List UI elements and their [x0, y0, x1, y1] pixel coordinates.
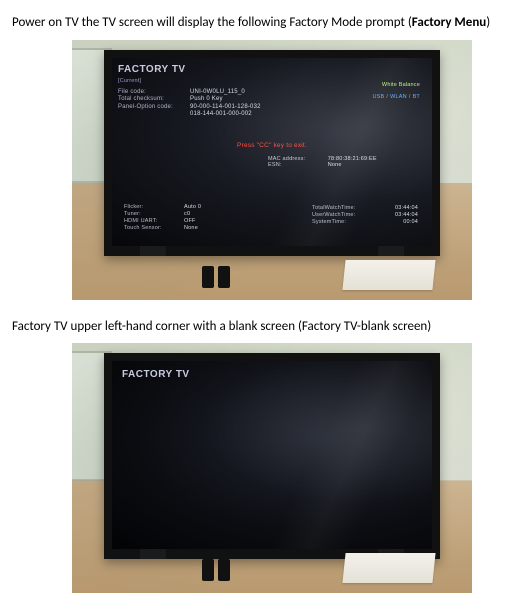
- osd-exit-hint: Press "CC" key to exit.: [118, 142, 426, 150]
- caption-1-prefix: Power on TV the TV screen will display t…: [12, 15, 412, 30]
- photo-factory-menu: FACTORY TV [Current] File code: UNI-0W0L…: [72, 40, 472, 300]
- remote-control: [202, 266, 214, 288]
- osd-lowright-block: TotalWatchTime:03:44:04 UserWatchTime:03…: [312, 205, 418, 226]
- osd-ll-value: c0: [184, 211, 190, 217]
- osd-ll-row: Tuner:c0: [124, 211, 201, 218]
- remote-control: [218, 266, 230, 288]
- osd-lr-row: UserWatchTime:03:44:04: [312, 212, 418, 219]
- osd-value: 90-000-114-001-128-032: [190, 104, 261, 112]
- osd-ll-label: Tuner:: [124, 211, 184, 218]
- osd-right-panel: White Balance USB/WLAN/BT: [326, 82, 420, 102]
- osd-mid-label: MAC address:: [268, 156, 326, 163]
- osd-label: Total checksum:: [118, 96, 184, 104]
- osd-mid-value: None: [328, 162, 342, 168]
- osd-label: Panel-Option code:: [118, 104, 184, 112]
- osd-mid-block: MAC address: 78:80:38:21:69:EE ESN: None: [268, 156, 377, 170]
- tv-stand-right: [378, 246, 404, 256]
- desk-papers: [342, 553, 435, 583]
- osd-port-bt: BT: [413, 94, 420, 100]
- osd-title-blank: FACTORY TV: [122, 369, 190, 380]
- osd-row: Panel-Option code: 90-000-114-001-128-03…: [118, 104, 426, 112]
- remote-control: [218, 559, 230, 581]
- tv-frame: FACTORY TV [Current] File code: UNI-0W0L…: [104, 50, 440, 256]
- osd-value: 018-144-001-000-002: [190, 111, 252, 119]
- osd-ll-value: None: [184, 225, 198, 231]
- osd-ll-label: Flicker:: [124, 204, 184, 211]
- osd-ll-label: Touch Sensor:: [124, 225, 184, 232]
- osd-port-sep: /: [386, 94, 388, 100]
- caption-1-suffix: ): [486, 15, 490, 30]
- osd-ll-value: OFF: [184, 218, 196, 224]
- osd-lr-value: 00:04: [382, 219, 418, 226]
- tv-stand-left: [140, 549, 166, 559]
- osd-ll-label: HDMI UART:: [124, 218, 184, 225]
- osd-row: 018-144-001-000-002: [118, 111, 426, 119]
- tv-stand-left: [140, 246, 166, 256]
- caption-blank-screen: Factory TV upper left-hand corner with a…: [12, 318, 518, 336]
- osd-white-balance: White Balance: [326, 82, 420, 89]
- osd-lr-row: TotalWatchTime:03:44:04: [312, 205, 418, 212]
- osd-label: [118, 111, 184, 119]
- osd-mid-row: MAC address: 78:80:38:21:69:EE: [268, 156, 377, 163]
- osd-port-usb: USB: [372, 94, 384, 100]
- osd-value: Push 0 Key: [190, 96, 223, 104]
- factory-osd: FACTORY TV [Current] File code: UNI-0W0L…: [118, 64, 426, 240]
- osd-lr-value: 03:44:04: [382, 205, 418, 212]
- osd-ll-row: Flicker:Auto 0: [124, 204, 201, 211]
- caption-1-bold: Factory Menu: [412, 15, 486, 30]
- osd-lowleft-block: Flicker:Auto 0 Tuner:c0 HDMI UART:OFF To…: [124, 204, 201, 232]
- osd-lr-value: 03:44:04: [382, 212, 418, 219]
- osd-ll-row: HDMI UART:OFF: [124, 218, 201, 225]
- osd-port-sep: /: [409, 94, 411, 100]
- osd-lr-label: TotalWatchTime:: [312, 205, 382, 212]
- screen-reflection: [112, 361, 432, 549]
- osd-ports: USB/WLAN/BT: [326, 94, 420, 101]
- osd-mid-value: 78:80:38:21:69:EE: [328, 156, 377, 162]
- osd-lr-label: UserWatchTime:: [312, 212, 382, 219]
- osd-title: FACTORY TV: [118, 64, 426, 77]
- osd-ll-value: Auto 0: [184, 204, 201, 210]
- osd-label: File code:: [118, 89, 184, 97]
- desk-papers: [342, 260, 435, 290]
- osd-lr-row: SystemTime:00:04: [312, 219, 418, 226]
- tv-frame: FACTORY TV: [104, 353, 440, 559]
- osd-mid-row: ESN: None: [268, 162, 377, 169]
- photo-blank-screen: FACTORY TV: [72, 343, 472, 593]
- osd-port-wlan: WLAN: [390, 94, 407, 100]
- tv-screen-blank: FACTORY TV: [112, 361, 432, 549]
- tv-screen: FACTORY TV [Current] File code: UNI-0W0L…: [112, 58, 432, 246]
- osd-value: UNI-0W0LU_115_0: [190, 89, 245, 97]
- caption-factory-menu: Power on TV the TV screen will display t…: [12, 14, 518, 32]
- remote-control: [202, 559, 214, 581]
- osd-ll-row: Touch Sensor:None: [124, 225, 201, 232]
- osd-mid-label: ESN:: [268, 162, 326, 169]
- osd-lr-label: SystemTime:: [312, 219, 382, 226]
